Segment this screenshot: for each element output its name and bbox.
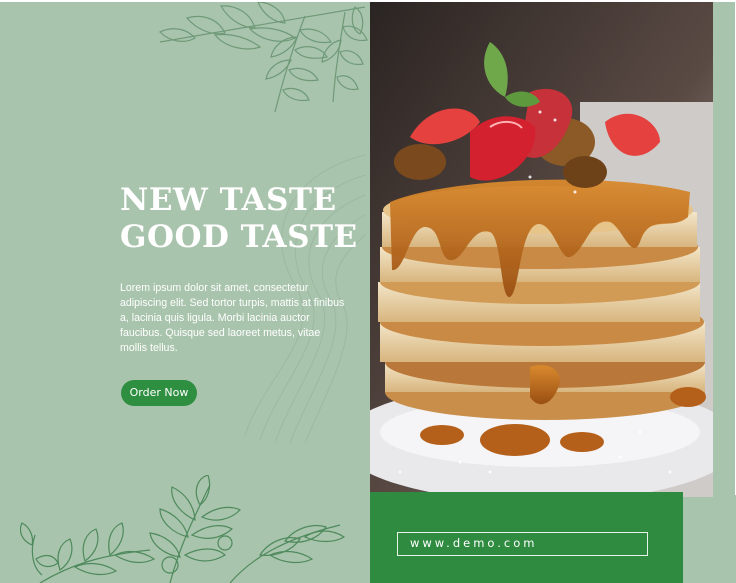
headline-line-2: GOOD TASTE — [120, 219, 358, 255]
website-url[interactable]: www.demo.com — [397, 532, 648, 556]
headline-line-1: NEW TASTE — [120, 182, 337, 218]
body-paragraph: Lorem ipsum dolor sit amet, consectetur … — [120, 282, 345, 354]
sage-corner — [683, 495, 736, 583]
pancake-stack-photo — [370, 2, 713, 497]
leaf-branch-top-icon — [158, 2, 368, 113]
order-now-button[interactable]: Order Now — [121, 380, 197, 406]
leaf-branch-bottom-icon — [20, 475, 346, 583]
headline: NEW TASTE GOOD TASTE — [120, 182, 360, 256]
flyer-page: NEW TASTE GOOD TASTE Lorem ipsum dolor s… — [0, 0, 736, 583]
